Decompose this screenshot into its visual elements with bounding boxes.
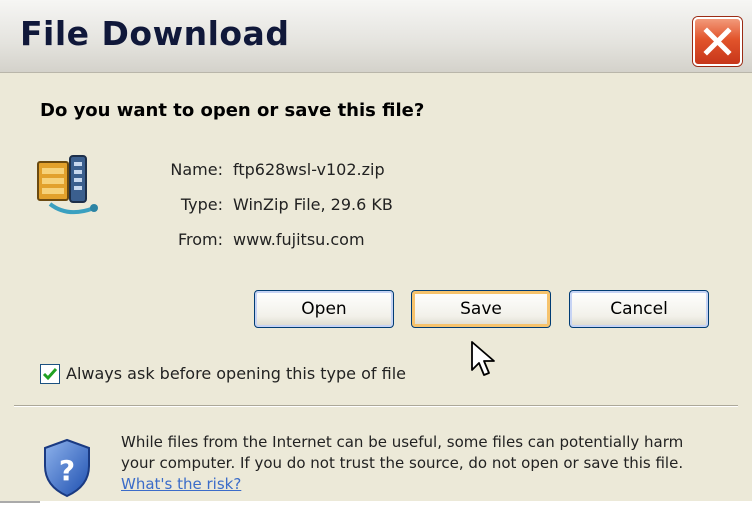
cancel-button[interactable]: Cancel — [569, 290, 709, 328]
close-icon — [703, 27, 732, 56]
title-bar[interactable]: File Download — [0, 0, 752, 73]
warning-text: While files from the Internet can be use… — [121, 432, 721, 495]
bottom-margin — [0, 501, 752, 531]
whats-the-risk-link[interactable]: What's the risk? — [121, 475, 241, 493]
mouse-cursor-icon — [471, 341, 495, 376]
svg-text:?: ? — [59, 454, 75, 487]
type-value: WinZip File, 29.6 KB — [233, 195, 393, 214]
from-label: From: — [177, 230, 223, 249]
save-button[interactable]: Save — [411, 290, 551, 328]
bottom-divider — [0, 501, 40, 503]
name-label: Name: — [170, 160, 223, 179]
always-ask-label[interactable]: Always ask before opening this type of f… — [66, 364, 406, 383]
name-value: ftp628wsl-v102.zip — [233, 160, 385, 179]
type-label: Type: — [180, 195, 223, 214]
question-text: Do you want to open or save this file? — [40, 100, 425, 121]
from-value: www.fujitsu.com — [233, 230, 365, 249]
window-title: File Download — [20, 14, 290, 53]
checkmark-icon — [42, 368, 58, 381]
shield-question-icon: ? — [42, 438, 92, 502]
winzip-file-icon — [36, 152, 100, 222]
file-download-dialog: File Download Do you want to open or sav… — [0, 0, 752, 531]
always-ask-checkbox[interactable] — [40, 364, 60, 384]
separator — [14, 405, 738, 407]
close-button[interactable] — [693, 17, 742, 66]
warning-body: While files from the Internet can be use… — [121, 433, 684, 472]
open-button[interactable]: Open — [254, 290, 394, 328]
